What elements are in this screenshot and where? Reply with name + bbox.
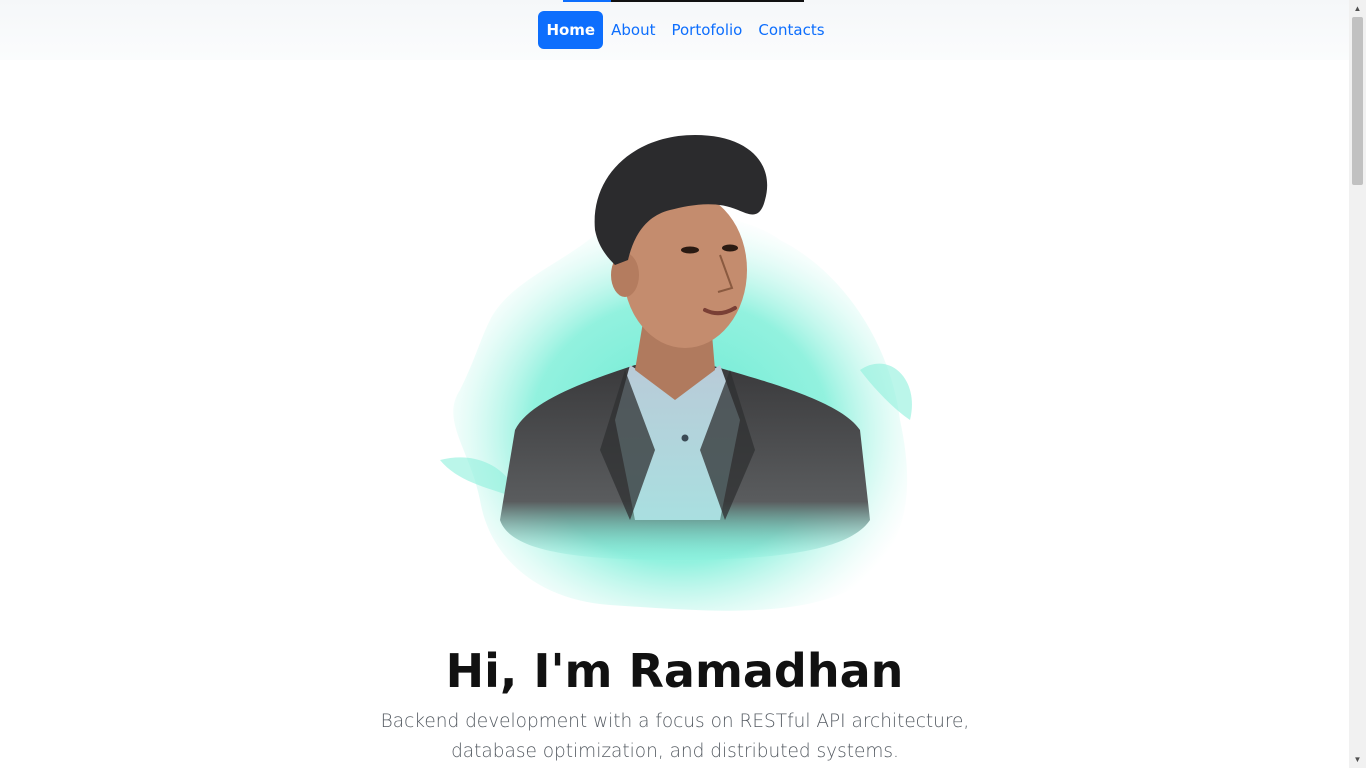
hero-subtitle: Backend development with a focus on REST…: [380, 711, 970, 762]
scrollbar-thumb[interactable]: [1352, 17, 1363, 185]
nav-item-contacts[interactable]: Contacts: [750, 11, 832, 49]
scroll-down-arrow-icon[interactable]: ▼: [1349, 751, 1366, 768]
scroll-progress-bar: [563, 0, 804, 2]
hero-title: Hi, I'm Ramadhan: [445, 644, 904, 698]
page: Home About Portofolio Contacts Hi, I'm R…: [0, 0, 1366, 768]
main-content: Home About Portofolio Contacts Hi, I'm R…: [0, 0, 1349, 768]
nav-item-about[interactable]: About: [603, 11, 663, 49]
navbar: Home About Portofolio Contacts: [0, 0, 1349, 60]
scroll-progress-fill: [563, 0, 612, 2]
scroll-up-arrow-icon[interactable]: ▲: [1349, 0, 1366, 17]
nav-item-portofolio[interactable]: Portofolio: [663, 11, 750, 49]
nav-item-home[interactable]: Home: [538, 11, 604, 49]
vertical-scrollbar[interactable]: ▲ ▼: [1349, 0, 1366, 768]
nav-list: Home About Portofolio Contacts: [538, 11, 832, 49]
profile-photo-icon: [420, 120, 930, 620]
